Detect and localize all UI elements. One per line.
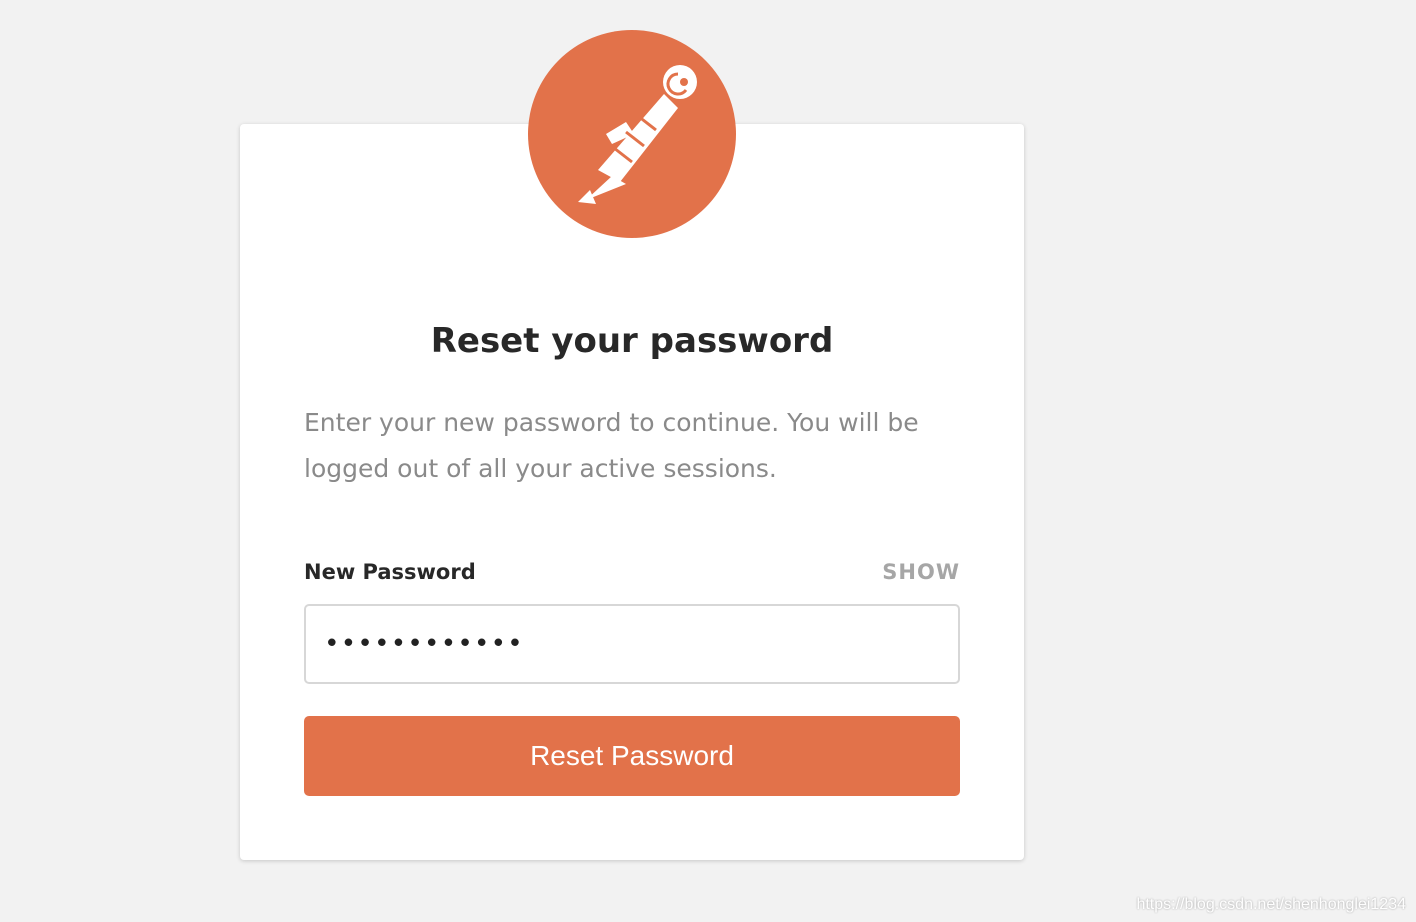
new-password-input[interactable] <box>304 604 960 684</box>
page-title: Reset your password <box>430 321 834 361</box>
watermark-text: https://blog.csdn.net/shenhonglei1234 <box>1136 896 1406 913</box>
password-label-row: New Password SHOW <box>304 556 960 588</box>
show-password-toggle[interactable]: SHOW <box>882 556 960 588</box>
postman-logo-icon <box>528 30 736 238</box>
new-password-label: New Password <box>304 560 476 584</box>
page-subtitle: Enter your new password to continue. You… <box>304 408 919 483</box>
reset-password-button[interactable]: Reset Password <box>304 716 960 796</box>
